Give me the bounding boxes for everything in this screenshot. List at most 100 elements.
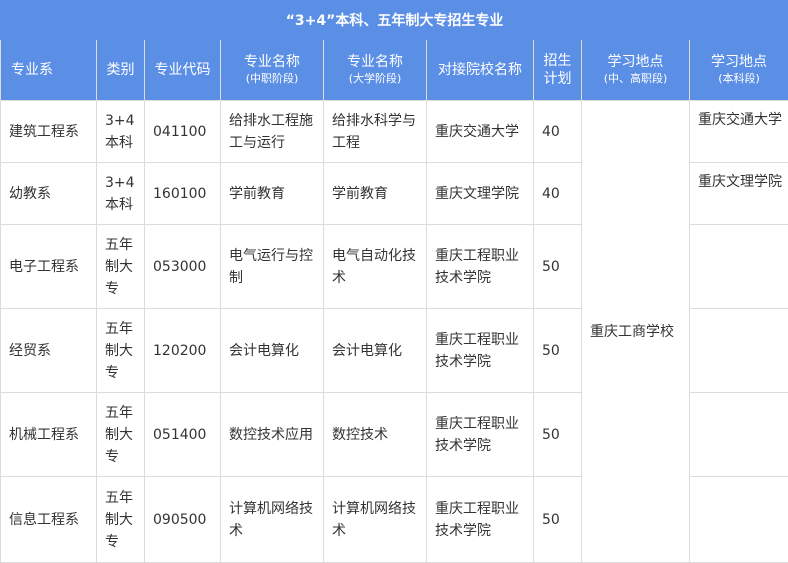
header-partner: 对接院校名称 [427, 40, 534, 101]
header-label: 专业名称 [347, 54, 403, 70]
cell-plan: 50 [534, 477, 582, 563]
cell-text: 041100 [153, 121, 216, 143]
cell-text: 3+4本科 [105, 110, 137, 154]
cell-category: 五年制大专 [97, 225, 145, 309]
cell-major-secondary: 数控技术应用 [221, 393, 324, 477]
cell-category: 五年制大专 [97, 393, 145, 477]
cell-text: 经贸系 [9, 340, 92, 362]
cell-major-university: 给排水科学与工程 [324, 101, 427, 163]
cell-text: 重庆交通大学 [435, 121, 529, 143]
cell-text: 50 [542, 424, 577, 446]
cell-major-university: 计算机网络技术 [324, 477, 427, 563]
cell-partner: 重庆工程职业技术学院 [427, 393, 534, 477]
header-label: 专业名称 [244, 54, 300, 70]
cell-text: 051400 [153, 424, 216, 446]
cell-text: 053000 [153, 256, 216, 278]
cell-major-secondary: 电气运行与控制 [221, 225, 324, 309]
cell-text: 数控技术 [332, 424, 422, 446]
cell-text: 160100 [153, 183, 216, 205]
title-row: “3+4”本科、五年制大专招生专业 [1, 1, 788, 40]
cell-text: 机械工程系 [9, 424, 92, 446]
cell-dept: 经贸系 [1, 309, 97, 393]
cell-text: 电气运行与控制 [229, 245, 319, 289]
cell-text: 给排水工程施工与运行 [229, 110, 319, 154]
header-label: 学习地点 [711, 54, 767, 70]
cell-text: 幼教系 [9, 183, 92, 205]
cell-location-undergrad [690, 393, 788, 477]
cell-text: 50 [542, 340, 577, 362]
cell-text: 50 [542, 256, 577, 278]
cell-code: 160100 [145, 163, 221, 225]
cell-code: 051400 [145, 393, 221, 477]
cell-text: 重庆工程职业技术学院 [435, 329, 529, 373]
cell-partner: 重庆工程职业技术学院 [427, 477, 534, 563]
cell-text: 计算机网络技术 [332, 498, 422, 542]
cell-code: 041100 [145, 101, 221, 163]
table-row: 建筑工程系3+4本科041100给排水工程施工与运行给排水科学与工程重庆交通大学… [1, 101, 788, 163]
cell-partner: 重庆交通大学 [427, 101, 534, 163]
cell-plan: 40 [534, 163, 582, 225]
header-category: 类别 [97, 40, 145, 101]
cell-major-university: 数控技术 [324, 393, 427, 477]
header-major-university: 专业名称(大学阶段) [324, 40, 427, 101]
header-label: 专业代码 [155, 62, 211, 78]
cell-plan: 50 [534, 309, 582, 393]
cell-text: 电气自动化技术 [332, 245, 422, 289]
cell-major-secondary: 给排水工程施工与运行 [221, 101, 324, 163]
cell-major-secondary: 计算机网络技术 [221, 477, 324, 563]
cell-text: 学前教育 [229, 183, 319, 205]
cell-category: 3+4本科 [97, 163, 145, 225]
header-dept: 专业系 [1, 40, 97, 101]
cell-category: 五年制大专 [97, 309, 145, 393]
header-location-secondary: 学习地点(中、高职段) [582, 40, 690, 101]
cell-text: 电子工程系 [9, 256, 92, 278]
cell-major-secondary: 会计电算化 [221, 309, 324, 393]
cell-dept: 幼教系 [1, 163, 97, 225]
cell-text: 重庆文理学院 [435, 183, 529, 205]
cell-major-secondary: 学前教育 [221, 163, 324, 225]
cell-plan: 40 [534, 101, 582, 163]
cell-partner: 重庆工程职业技术学院 [427, 225, 534, 309]
cell-text: 五年制大专 [105, 487, 137, 553]
header-label: 专业系 [11, 62, 53, 78]
cell-dept: 信息工程系 [1, 477, 97, 563]
header-label: 学习地点 [608, 54, 664, 70]
cell-dept: 电子工程系 [1, 225, 97, 309]
header-sublabel: (中、高职段) [582, 71, 689, 87]
cell-text: 信息工程系 [9, 509, 92, 531]
cell-partner: 重庆文理学院 [427, 163, 534, 225]
cell-dept: 机械工程系 [1, 393, 97, 477]
cell-text: 重庆文理学院 [698, 171, 784, 193]
cell-text: 50 [542, 509, 577, 531]
cell-location-undergrad: 重庆文理学院 [690, 163, 788, 225]
header-plan: 招生计划 [534, 40, 582, 101]
cell-text: 重庆交通大学 [698, 109, 784, 131]
header-row: 专业系类别专业代码专业名称(中职阶段)专业名称(大学阶段)对接院校名称招生计划学… [1, 40, 788, 101]
cell-text: 会计电算化 [229, 340, 319, 362]
header-location-undergrad: 学习地点(本科段) [690, 40, 788, 101]
header-label: 类别 [107, 62, 135, 78]
header-sublabel: (大学阶段) [324, 71, 426, 87]
cell-location-undergrad [690, 225, 788, 309]
cell-partner: 重庆工程职业技术学院 [427, 309, 534, 393]
cell-text: 建筑工程系 [9, 121, 92, 143]
cell-text: 五年制大专 [105, 402, 137, 468]
cell-plan: 50 [534, 393, 582, 477]
cell-text: 重庆工程职业技术学院 [435, 498, 529, 542]
cell-text: 会计电算化 [332, 340, 422, 362]
cell-text: 给排水科学与工程 [332, 110, 422, 154]
cell-major-university: 会计电算化 [324, 309, 427, 393]
cell-text: 120200 [153, 340, 216, 362]
cell-category: 五年制大专 [97, 477, 145, 563]
cell-text: 40 [542, 121, 577, 143]
cell-text: 学前教育 [332, 183, 422, 205]
cell-code: 090500 [145, 477, 221, 563]
cell-location-undergrad [690, 477, 788, 563]
cell-text: 3+4本科 [105, 172, 137, 216]
header-code: 专业代码 [145, 40, 221, 101]
cell-text: 重庆工商学校 [590, 321, 685, 343]
cell-location-undergrad: 重庆交通大学 [690, 101, 788, 163]
enrollment-table-container: “3+4”本科、五年制大专招生专业 专业系类别专业代码专业名称(中职阶段)专业名… [0, 0, 788, 562]
cell-major-university: 学前教育 [324, 163, 427, 225]
cell-major-university: 电气自动化技术 [324, 225, 427, 309]
